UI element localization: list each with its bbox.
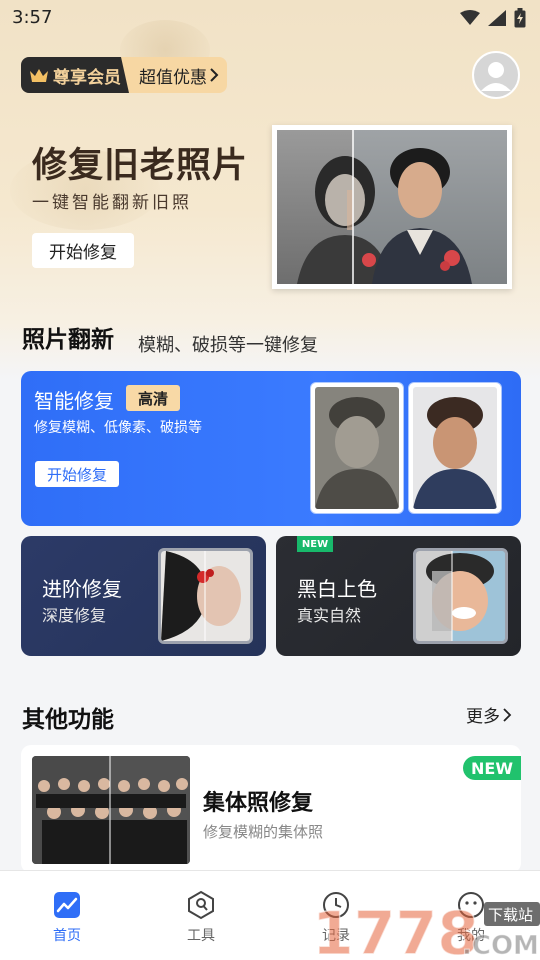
group-repair-subtitle: 修复模糊的集体照 [203,823,324,841]
nav-item-home[interactable]: 首页 [37,889,97,945]
smart-repair-start-button[interactable]: 开始修复 [35,461,119,487]
chevron-right-icon [210,68,219,82]
hero-start-repair-button[interactable]: 开始修复 [32,233,134,268]
child-portrait-image [416,551,505,641]
smart-repair-card[interactable]: 智能修复 高清 修复模糊、低像素、破损等 开始修复 [21,371,521,526]
nav-item-tools[interactable]: 工具 [171,889,231,945]
hero-before-after-photo [272,125,512,289]
new-tag: NEW [463,756,521,780]
advanced-repair-photo [158,548,253,644]
old-man-before-image [315,387,399,509]
photo-renovation-title: 照片翻新 [22,327,114,353]
couple-photo-image [277,130,507,284]
other-features-title: 其他功能 [22,707,114,733]
hd-badge: 高清 [126,385,180,411]
svg-text:下载站: 下载站 [488,906,533,924]
avatar[interactable] [472,51,520,99]
crown-icon [30,69,48,82]
group-repair-title: 集体照修复 [203,791,314,816]
colorize-photo [413,548,508,644]
battery-icon [514,8,526,28]
photo-renovation-subtitle: 模糊、破损等一键修复 [138,335,318,356]
status-time: 3:57 [12,7,53,28]
after-photo [409,383,501,513]
new-tag: NEW [297,536,333,552]
nav-label-tools: 工具 [187,928,215,944]
group-photo-repair-card[interactable]: 集体照修复 修复模糊的集体照 NEW [21,745,521,873]
group-portrait-image [32,756,190,864]
group-photo [32,756,190,864]
colorize-title: 黑白上色 [297,577,377,601]
colorize-card[interactable]: NEW 黑白上色 真实自然 [276,536,521,656]
watermark-logo: 1778 下载站 .COM [311,898,540,960]
more-label: 更多 [466,707,500,727]
advanced-repair-card[interactable]: 进阶修复 深度修复 [21,536,266,656]
svg-text:1778: 1778 [312,899,479,960]
before-photo [311,383,403,513]
status-bar: 3:57 [0,0,540,36]
nav-label-home: 首页 [53,928,81,944]
vip-label-text: 尊享会员 [53,67,121,88]
more-link[interactable]: 更多 [466,702,512,727]
woman-portrait-image [161,551,250,641]
signal-icon [488,10,506,26]
advanced-repair-title: 进阶修复 [42,577,122,601]
colorize-subtitle: 真实自然 [297,606,362,625]
membership-badge[interactable]: 尊享会员 超值优惠 [21,57,227,93]
user-icon [481,62,511,91]
advanced-repair-subtitle: 深度修复 [42,606,107,625]
svg-text:.COM: .COM [462,931,539,960]
old-man-after-image [413,387,497,509]
hero-subtitle: 一键智能翻新旧照 [32,193,192,213]
home-chart-icon [54,892,80,918]
smart-repair-title: 智能修复 [34,389,114,413]
hero-title: 修复旧老照片 [32,146,249,186]
wifi-icon [460,10,480,25]
vip-label: 尊享会员 [21,57,129,93]
smart-repair-photos [311,383,502,513]
offer-label: 超值优惠 [121,57,227,93]
status-icons [460,8,526,28]
site-watermark: 1778 下载站 .COM [311,892,540,960]
tools-icon [188,890,214,920]
chevron-right-icon [503,707,512,722]
offer-label-text: 超值优惠 [139,67,207,88]
smart-repair-description: 修复模糊、低像素、破损等 [34,420,202,436]
